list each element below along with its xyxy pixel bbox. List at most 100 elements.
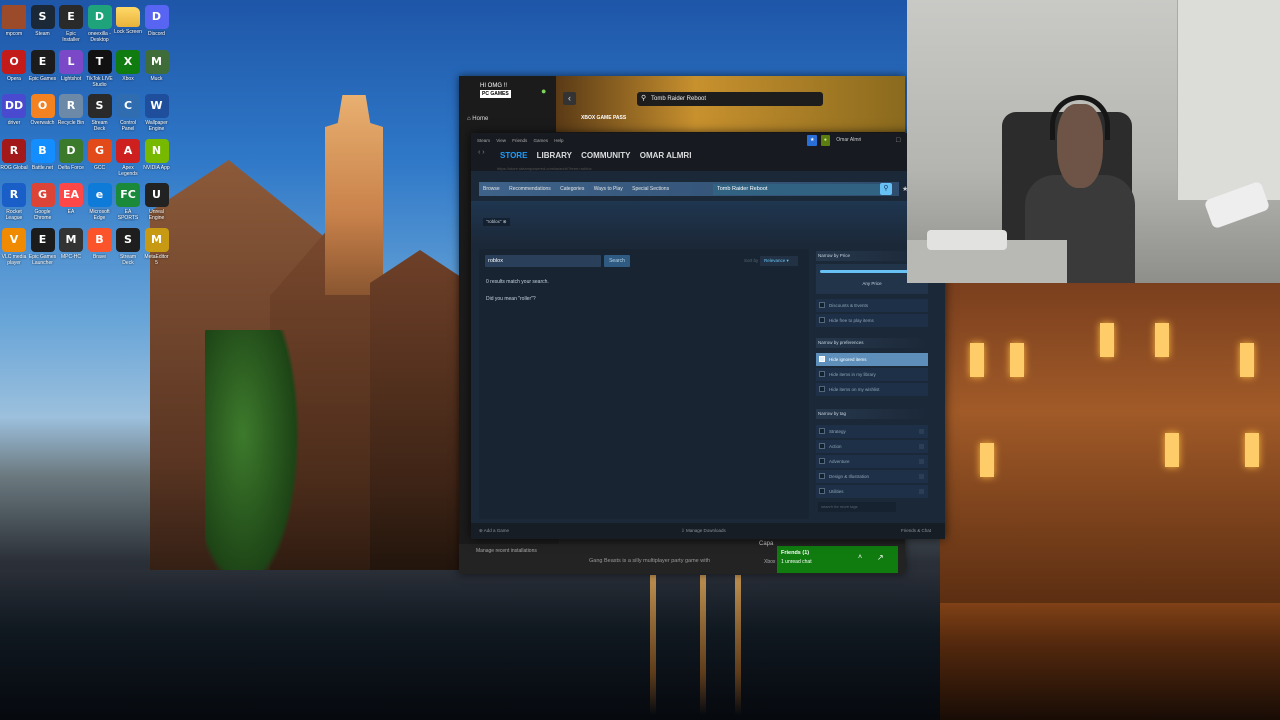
desktop-icon[interactable]: W Wallpaper Engine (143, 94, 171, 132)
desktop-icon-label: Wallpaper Engine (145, 120, 168, 133)
manage-downloads-button[interactable]: ⇩ Manage Downloads (681, 528, 726, 534)
results-search-button[interactable]: Search (604, 255, 630, 267)
desktop-icon[interactable]: DD driver (0, 94, 28, 132)
filter-hide-ignored[interactable]: Hide ignored items (816, 353, 928, 366)
remove-icon[interactable]: ⊗ (503, 219, 507, 224)
narrow-by-preferences-header[interactable]: Narrow by preferences (816, 338, 928, 348)
desktop-icon[interactable]: E Epic Installer (57, 5, 85, 43)
desktop-icon[interactable]: T TikTok LIVE Studio (86, 49, 114, 88)
window-controls-icon[interactable]: □ (896, 137, 900, 144)
desktop-icon[interactable]: R Recycle Bin (57, 94, 85, 132)
menu-friends[interactable]: Friends (512, 138, 527, 143)
store-nav-browse[interactable]: Browse (479, 182, 504, 196)
desktop-icon[interactable]: X Xbox (114, 49, 142, 88)
store-nav-categories[interactable]: Categories (556, 182, 588, 196)
results-search-input[interactable]: roblox (485, 255, 601, 267)
tag-strategy[interactable]: Strategy (816, 425, 928, 438)
desktop-icon[interactable]: G GCC (86, 138, 114, 177)
filter-discounts[interactable]: Discounts & Events (816, 299, 928, 312)
notification-icon[interactable]: ● (541, 86, 549, 96)
desktop-icon[interactable]: FCEA SPORTS FC 25 (114, 183, 142, 221)
desktop-icon[interactable]: O Opera (0, 49, 28, 88)
tag-utilities[interactable]: Utilities (816, 485, 928, 498)
tab-store[interactable]: STORE (500, 151, 527, 160)
desktop-icon[interactable]: R ROG Global (0, 138, 28, 177)
desktop-icon[interactable]: Doneexilla - Desktop (86, 5, 114, 43)
search-more-tags-input[interactable]: search for more tags (818, 502, 896, 512)
desktop-icon[interactable]: S Stream Deck (114, 228, 142, 266)
xbox-search-input[interactable]: ⚲ Tomb Raider Reboot (637, 92, 823, 106)
desktop-icon[interactable]: e Microsoft Edge (86, 183, 114, 221)
open-external-icon[interactable]: ↗ (877, 553, 884, 562)
tab-community[interactable]: COMMUNITY (581, 151, 630, 160)
desktop-icon[interactable]: S Stream Deck (86, 94, 114, 132)
chevron-up-icon[interactable]: ˄ (858, 554, 862, 561)
desktop-icon[interactable]: G Google Chrome (29, 183, 57, 221)
checkbox[interactable] (819, 386, 825, 392)
xbox-profile[interactable]: HI OMG !! PC GAMES (480, 82, 511, 98)
desktop-icon[interactable]: EA EA (57, 183, 85, 221)
xbox-recent-installs-link[interactable]: Manage recent installations (476, 548, 537, 554)
checkbox[interactable] (819, 488, 825, 494)
friends-chat-button[interactable]: Friends & Chat (901, 528, 931, 533)
xbox-home-link[interactable]: ⌂ Home (467, 116, 488, 122)
desktop-icon[interactable]: B Battle.net (29, 138, 57, 177)
store-nav-recommendations[interactable]: Recommendations (505, 182, 555, 196)
desktop-icon[interactable]: S Steam (29, 5, 57, 43)
tab-profile[interactable]: OMAR ALMRI (640, 151, 692, 160)
filter-hide-wishlist[interactable]: Hide items on my wishlist (816, 383, 928, 396)
did-you-mean-link[interactable]: Did you mean "roller"? (486, 296, 536, 302)
menu-games[interactable]: Games (534, 138, 549, 143)
desktop-icon[interactable]: N NVIDIA App (143, 138, 171, 177)
checkbox[interactable] (819, 317, 825, 323)
filter-hide-library[interactable]: Hide items in my library (816, 368, 928, 381)
search-term-chip[interactable]: "roblox" ⊗ (483, 218, 510, 226)
menu-steam[interactable]: Steam (477, 138, 490, 143)
tag-design-illustration[interactable]: Design & Illustration (816, 470, 928, 483)
tab-library[interactable]: LIBRARY (537, 151, 572, 160)
tag-adventure[interactable]: Adventure (816, 455, 928, 468)
checkbox[interactable] (819, 458, 825, 464)
forward-arrow-icon[interactable]: › (482, 149, 484, 156)
desktop-icon[interactable]: O Overwatch (29, 94, 57, 132)
checkbox[interactable] (819, 428, 825, 434)
menu-help[interactable]: Help (554, 138, 563, 143)
desktop-icon[interactable]: D Discord (143, 5, 171, 43)
steam-user-menu[interactable]: Omar Almri (833, 135, 864, 146)
store-nav-special-sections[interactable]: Special Sections (628, 182, 673, 196)
store-nav-ways-to-play[interactable]: Ways to Play (590, 182, 627, 196)
desktop-icon[interactable]: B Brave (86, 228, 114, 266)
sort-by-dropdown[interactable]: Relevance ▾ (760, 256, 798, 266)
search-icon[interactable]: ⚲ (880, 183, 892, 195)
desktop-icon[interactable]: U Unreal Engine (143, 183, 171, 221)
filter-hide-free[interactable]: Hide free to play items (816, 314, 928, 327)
desktop-icon[interactable]: M Muck (143, 49, 171, 88)
checkbox[interactable] (819, 473, 825, 479)
desktop-icon[interactable]: E Epic Games Launcher (29, 228, 57, 266)
desktop-icon[interactable]: D Delta Force (57, 138, 85, 177)
desktop-icon[interactable]: R Rocket League (0, 183, 28, 221)
desktop-icon[interactable]: E Epic Games (29, 49, 57, 88)
desktop-icon[interactable]: mpcom (0, 5, 28, 43)
back-arrow-icon[interactable]: ‹ (563, 92, 576, 105)
back-arrow-icon[interactable]: ‹ (478, 149, 480, 156)
checkbox[interactable] (819, 356, 825, 362)
checkbox[interactable] (819, 443, 825, 449)
notification-bell-icon[interactable]: ● (820, 135, 830, 146)
desktop-icon[interactable]: V VLC media player (0, 228, 28, 266)
broadcast-icon[interactable]: ★ (807, 135, 818, 146)
desktop-icon[interactable]: A Apex Legends (114, 138, 142, 177)
desktop-icon[interactable]: L Lightshot (57, 49, 85, 88)
desktop-icon[interactable]: M MetaEditor 5 (143, 228, 171, 266)
narrow-by-tag-header[interactable]: Narrow by tag (816, 409, 928, 419)
menu-view[interactable]: View (496, 138, 506, 143)
xbox-friends-panel[interactable]: Friends (1) 1 unread chat ˄ ↗ (777, 546, 898, 573)
desktop-icon[interactable]: C Control Panel (114, 94, 142, 132)
tag-action[interactable]: Action (816, 440, 928, 453)
desktop-icon[interactable]: Lock Screen (114, 5, 142, 41)
store-search-input[interactable]: Tomb Raider Reboot (713, 184, 891, 195)
checkbox[interactable] (819, 302, 825, 308)
desktop-icon[interactable]: M MPC-HC (57, 228, 85, 266)
checkbox[interactable] (819, 371, 825, 377)
add-game-button[interactable]: ⊕ Add a Game (479, 528, 509, 534)
